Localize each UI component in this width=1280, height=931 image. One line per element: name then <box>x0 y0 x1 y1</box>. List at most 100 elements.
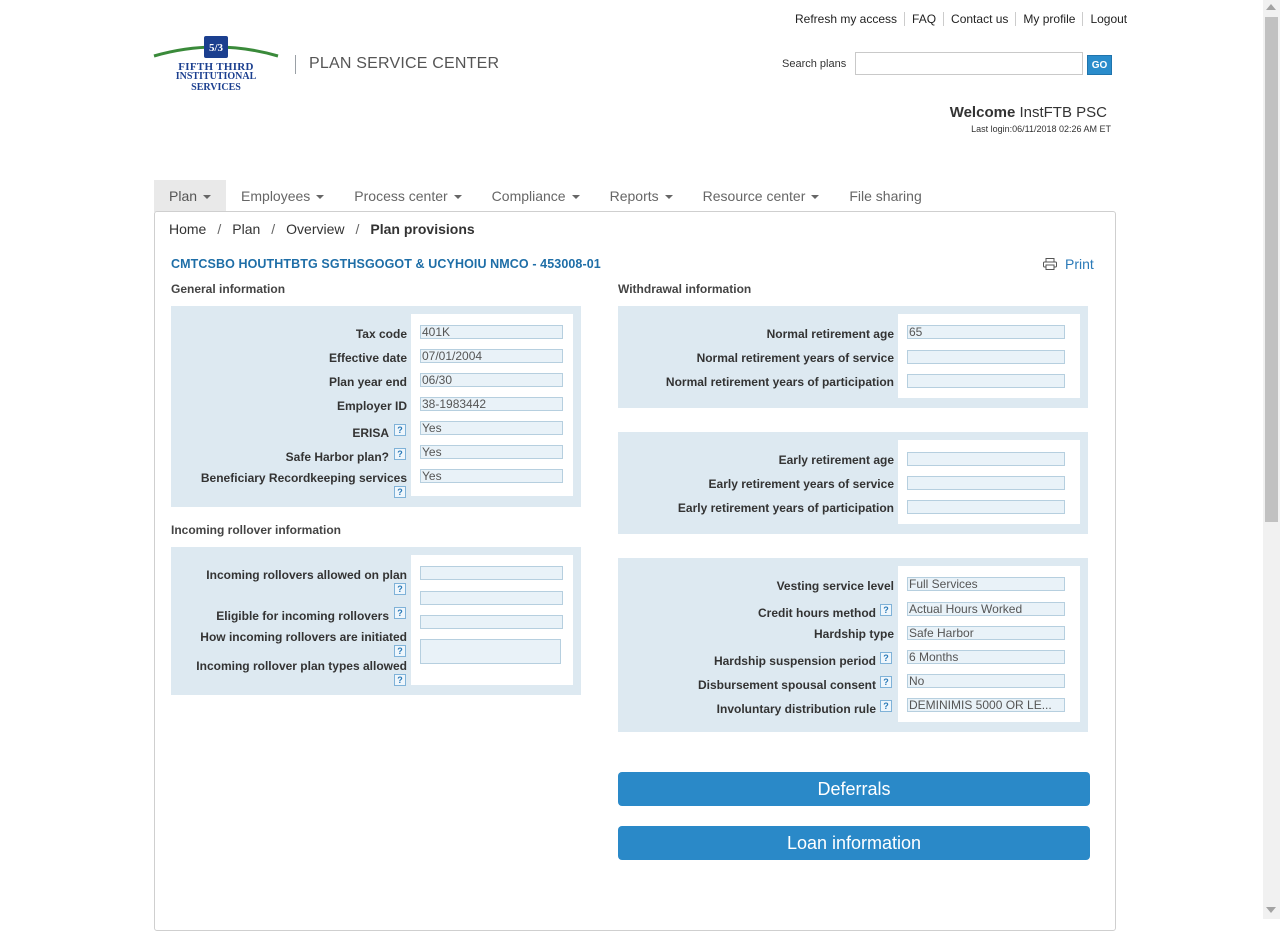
last-login: Last login:06/11/2018 02:26 AM ET <box>971 124 1111 134</box>
safe-harbor-label: Safe Harbor plan? <box>285 450 389 464</box>
breadcrumb-home[interactable]: Home <box>169 221 206 237</box>
breadcrumb-current: Plan provisions <box>370 221 475 237</box>
rollover-info-heading: Incoming rollover information <box>171 523 342 537</box>
breadcrumb-overview[interactable]: Overview <box>286 221 344 237</box>
refresh-access-link[interactable]: Refresh my access <box>788 12 904 26</box>
effective-date-field: 07/01/2004 <box>420 349 563 363</box>
nav-employees-label: Employees <box>241 188 311 204</box>
rollovers-allowed-label: Incoming rollovers allowed on plan <box>206 568 407 582</box>
rollover-extra-field <box>420 591 563 605</box>
early-participation-field <box>907 500 1065 514</box>
help-icon[interactable]: ? <box>394 424 406 436</box>
eligible-rollovers-field <box>420 615 563 629</box>
faq-link[interactable]: FAQ <box>904 12 943 26</box>
employer-id-field: 38-1983442 <box>420 397 563 411</box>
employer-id-label: Employer ID <box>336 399 407 413</box>
rollover-plan-types-label: Incoming rollover plan types allowed <box>196 659 407 673</box>
breadcrumb-separator: / <box>217 221 222 237</box>
normal-service-field <box>907 350 1065 364</box>
print-label: Print <box>1065 256 1094 272</box>
vesting-service-label: Vesting service level <box>776 579 894 593</box>
rollover-initiation-field <box>420 639 561 664</box>
search-label: Search plans <box>782 58 847 70</box>
tax-code-label: Tax code <box>355 327 407 341</box>
nav-plan-label: Plan <box>169 188 198 204</box>
help-icon[interactable]: ? <box>394 583 406 595</box>
rollover-initiation-label: How incoming rollovers are initiated <box>200 630 407 644</box>
breadcrumb-plan[interactable]: Plan <box>232 221 260 237</box>
beneficiary-label: Beneficiary Recordkeeping services <box>200 471 407 485</box>
early-service-field <box>907 476 1065 490</box>
chevron-down-icon <box>811 194 820 199</box>
welcome-word: Welcome <box>949 104 1016 121</box>
loan-information-button[interactable]: Loan information <box>618 826 1090 860</box>
safe-harbor-field: Yes <box>420 445 563 459</box>
help-icon[interactable]: ? <box>880 676 892 688</box>
plan-title: CMTCSBO HOUTHTBTG SGTHSGOGOT & UCYHOIU N… <box>171 257 601 271</box>
chevron-down-icon <box>571 194 580 199</box>
involuntary-distribution-label: Involuntary distribution rule <box>716 702 876 716</box>
nav-reports[interactable]: Reports <box>595 180 688 212</box>
help-icon[interactable]: ? <box>394 674 406 686</box>
fifth-third-logo[interactable]: 5/3 FIFTH THIRD INSTITUTIONAL SERVICES <box>152 34 280 93</box>
scroll-down-arrow-icon[interactable] <box>1266 907 1276 913</box>
chevron-down-icon <box>664 194 673 199</box>
nav-employees[interactable]: Employees <box>226 180 339 212</box>
printer-icon <box>1043 258 1057 270</box>
breadcrumb-separator: / <box>271 221 276 237</box>
beneficiary-field: Yes <box>420 469 563 483</box>
effective-date-label: Effective date <box>328 351 407 365</box>
rollovers-allowed-field <box>420 566 563 580</box>
help-icon[interactable]: ? <box>394 448 406 460</box>
print-button[interactable]: Print <box>1043 256 1094 272</box>
help-icon[interactable]: ? <box>394 645 406 657</box>
chevron-down-icon <box>453 194 462 199</box>
deferrals-button[interactable]: Deferrals <box>618 772 1090 806</box>
help-icon[interactable]: ? <box>394 607 406 619</box>
nav-resource-center[interactable]: Resource center <box>688 180 835 212</box>
nav-file-sharing[interactable]: File sharing <box>834 180 936 212</box>
normal-service-label: Normal retirement years of service <box>696 351 894 365</box>
hardship-suspension-label: Hardship suspension period <box>713 654 876 668</box>
nav-compliance[interactable]: Compliance <box>477 180 595 212</box>
hardship-suspension-field: 6 Months <box>907 650 1065 664</box>
normal-participation-label: Normal retirement years of participation <box>665 375 894 389</box>
scrollbar-thumb[interactable] <box>1265 17 1278 522</box>
search-go-button[interactable]: GO <box>1087 55 1112 75</box>
hardship-type-label: Hardship type <box>813 627 894 641</box>
help-icon[interactable]: ? <box>880 700 892 712</box>
credit-hours-field: Actual Hours Worked <box>907 602 1065 616</box>
erisa-label: ERISA <box>352 426 389 440</box>
svg-text:5/3: 5/3 <box>209 42 224 54</box>
breadcrumb: Home / Plan / Overview / Plan provisions <box>169 221 475 237</box>
welcome-message: Welcome InstFTB PSC <box>950 104 1107 121</box>
nav-file-sharing-label: File sharing <box>849 188 922 204</box>
nav-process-center-label: Process center <box>354 188 448 204</box>
search-input[interactable] <box>855 52 1083 75</box>
withdrawal-info-heading: Withdrawal information <box>618 282 752 296</box>
nav-plan[interactable]: Plan <box>154 180 227 212</box>
eligible-rollovers-label: Eligible for incoming rollovers <box>216 609 389 623</box>
help-icon[interactable]: ? <box>394 486 406 498</box>
normal-retirement-age-field: 65 <box>907 325 1065 339</box>
nav-process-center[interactable]: Process center <box>339 180 476 212</box>
credit-hours-label: Credit hours method <box>757 606 876 620</box>
nav-compliance-label: Compliance <box>491 188 566 204</box>
top-links: Refresh my access FAQ Contact us My prof… <box>788 12 1134 26</box>
logout-link[interactable]: Logout <box>1082 12 1134 26</box>
early-retirement-age-label: Early retirement age <box>778 453 894 467</box>
vesting-service-field: Full Services <box>907 577 1065 591</box>
my-profile-link[interactable]: My profile <box>1015 12 1082 26</box>
scroll-up-arrow-icon[interactable] <box>1266 4 1276 10</box>
contact-us-link[interactable]: Contact us <box>943 12 1015 26</box>
plan-year-end-label: Plan year end <box>328 375 407 389</box>
general-info-heading: General information <box>171 282 286 296</box>
help-icon[interactable]: ? <box>880 652 892 664</box>
nav-reports-label: Reports <box>609 188 659 204</box>
early-service-label: Early retirement years of service <box>708 477 894 491</box>
app-title: PLAN SERVICE CENTER <box>309 55 500 72</box>
logo-text-line2: INSTITUTIONAL SERVICES <box>175 71 257 93</box>
help-icon[interactable]: ? <box>880 604 892 616</box>
chevron-down-icon <box>316 194 325 199</box>
spousal-consent-label: Disbursement spousal consent <box>697 678 876 692</box>
